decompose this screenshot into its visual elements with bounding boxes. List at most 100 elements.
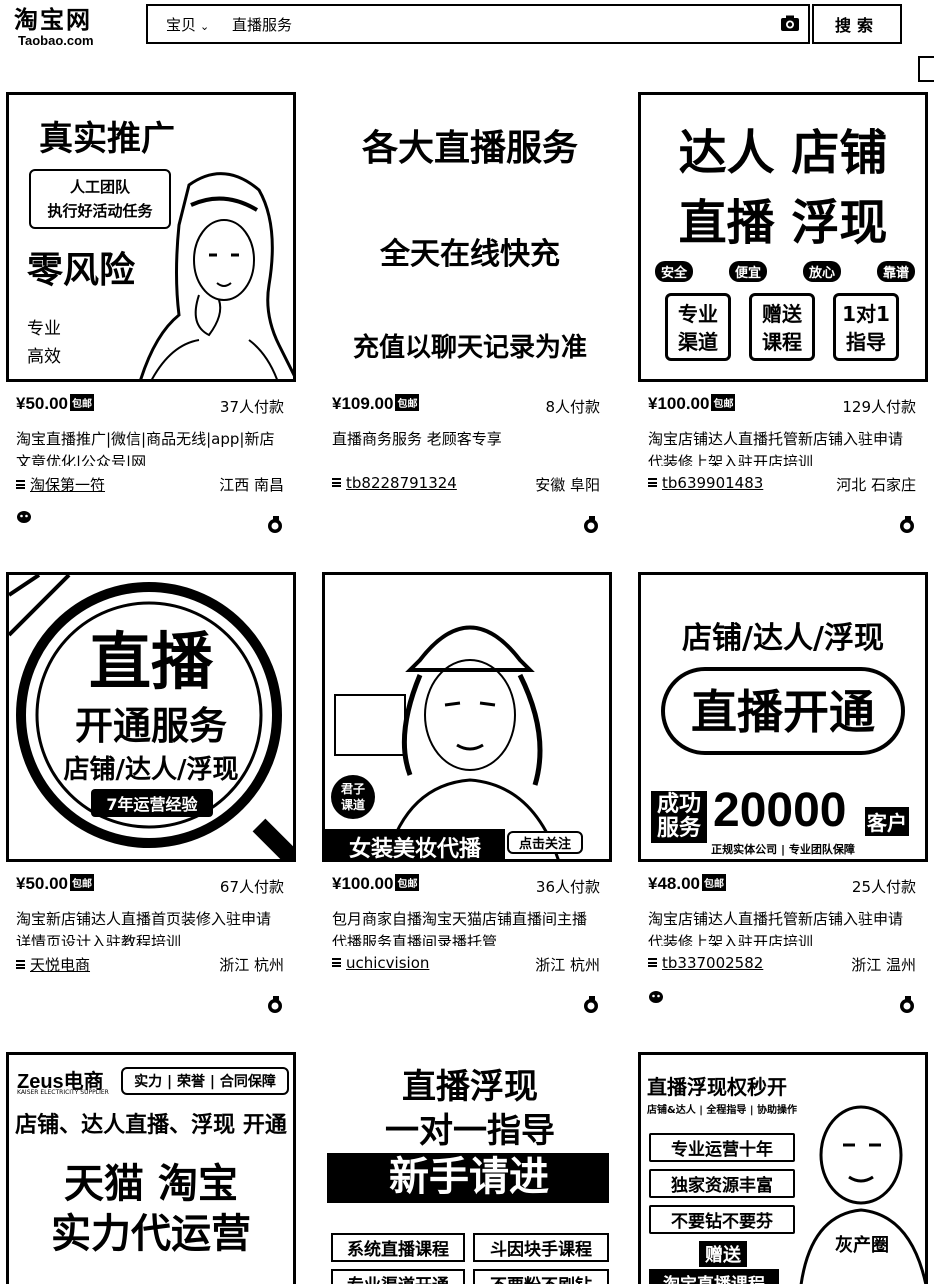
side-tab[interactable] [918, 56, 934, 82]
logo-subtext: Taobao.com [18, 33, 94, 48]
product-title[interactable]: 直播商务服务 老顾客专享 [332, 428, 600, 466]
product-image[interactable]: 直播浮现 一对一指导 新手请进 系统直播课程 斗因块手课程 专业渠道开通 不要粉… [322, 1052, 612, 1284]
image-sub-text: 店铺/达人/浮现 [63, 755, 239, 785]
image-banner: 女装美妆代播 [325, 829, 505, 859]
shop-name-link[interactable]: 淘保第一符 [16, 474, 105, 495]
shop-location: 河北 石家庄 [836, 476, 916, 494]
free-shipping-badge: 包邮 [70, 394, 94, 411]
image-line-2: 全天在线快充 [380, 237, 560, 272]
sales-count: 67人付款 [219, 878, 284, 896]
sales-count: 37人付款 [219, 398, 284, 416]
shop-location: 浙江 杭州 [219, 956, 284, 974]
similar-items-icon[interactable] [898, 516, 916, 534]
product-image[interactable]: 直播浮现权秒开 店铺&达人 | 全程指导 | 协助操作 专业运营十年 独家资源丰… [638, 1052, 928, 1284]
sales-count: 25人付款 [851, 878, 916, 896]
camera-icon[interactable] [780, 15, 800, 32]
image-bullet: 独家资源丰富 [649, 1169, 795, 1198]
shop-icon [648, 958, 657, 967]
image-big-2: 实力代运营 [51, 1211, 251, 1257]
product-title[interactable]: 包月商家自播淘宝天猫店铺直播间主播代播服务直播间录播托管 [332, 908, 600, 946]
image-big-text: 直播 [88, 625, 213, 698]
image-number: 20000 [713, 784, 847, 837]
shop-location: 浙江 杭州 [535, 956, 600, 974]
shop-name-link[interactable]: tb8228791324 [332, 474, 457, 492]
image-unit: 客户 [865, 807, 909, 836]
sales-count: 129人付款 [842, 398, 916, 416]
shop-name-link[interactable]: tb337002582 [648, 954, 763, 972]
shop-name-link[interactable]: uchicvision [332, 954, 429, 972]
shop-location: 江西 南昌 [219, 476, 284, 494]
image-line: 店铺、达人直播、浮现 开通 [15, 1113, 287, 1138]
image-box: 专业渠道开通 [331, 1269, 465, 1284]
image-title: 直播浮现权秒开 [647, 1075, 787, 1099]
image-corner-badge: 君子 课道 [331, 775, 375, 819]
product-image[interactable]: Zeus电商 KAISER ELECTRICITY SUPPLIER 实力 | … [6, 1052, 296, 1284]
sales-count: 8人付款 [545, 398, 600, 416]
product-price: ¥100.00 包邮 [332, 874, 420, 893]
shop-location: 安徽 阜阳 [535, 476, 600, 494]
chevron-down-icon: ⌄ [200, 20, 210, 33]
similar-items-icon[interactable] [266, 516, 284, 534]
image-big-text: 零风险 [27, 250, 136, 291]
image-headline: 真实推广 [39, 119, 175, 159]
product-title[interactable]: 淘宝新店铺达人直播首页装修入驻申请详情页设计入驻教程培训 [16, 908, 284, 946]
image-line-2: 一对一指导 [385, 1111, 555, 1151]
shop-location: 浙江 温州 [851, 956, 916, 974]
shop-icon [332, 478, 341, 487]
image-sub: 店铺&达人 | 全程指导 | 协助操作 [647, 1105, 797, 1116]
product-title[interactable]: 淘宝店铺达人直播托管新店铺入驻申请代装修上架入驻开店培训 [648, 428, 916, 466]
shop-icon [332, 958, 341, 967]
image-center-text: 直播开通 [661, 667, 905, 755]
search-input[interactable] [232, 12, 752, 36]
image-bullet: 专业运营十年 [649, 1133, 795, 1162]
shop-icon [16, 960, 25, 969]
product-title[interactable]: 淘宝店铺达人直播托管新店铺入驻申请代装修上架入驻开店培训 [648, 908, 916, 946]
product-price: ¥100.00 包邮 [648, 394, 736, 413]
similar-items-icon[interactable] [898, 996, 916, 1014]
product-price: ¥48.00 包邮 [648, 874, 726, 893]
similar-items-icon[interactable] [582, 516, 600, 534]
image-left-text: 成功 服务 [651, 791, 707, 843]
image-follow: 点击关注 [507, 831, 583, 854]
search-bar: 宝贝 ⌄ [146, 4, 810, 44]
shop-icon [648, 478, 657, 487]
image-tag-row: 安全 便宜 放心 靠谱 [655, 261, 915, 282]
wangwang-chat-icon[interactable] [16, 510, 32, 524]
image-brand-sub: KAISER ELECTRICITY SUPPLIER [17, 1089, 109, 1096]
product-image[interactable]: 真实推广 人工团队 执行好活动任务 零风险 专业 高效 [6, 92, 296, 382]
image-side-text: 专业 高效 [27, 319, 61, 367]
free-shipping-badge: 包邮 [702, 874, 726, 891]
shop-name-link[interactable]: tb639901483 [648, 474, 763, 492]
image-footer: 正规实体公司 | 专业团队保障 [711, 843, 855, 856]
similar-items-icon[interactable] [266, 996, 284, 1014]
sales-count: 36人付款 [535, 878, 600, 896]
shop-name-link[interactable]: 天悦电商 [16, 954, 90, 975]
model-photo [334, 625, 560, 859]
wangwang-chat-icon[interactable] [648, 990, 664, 1004]
product-image[interactable]: 达人 店铺 直播 浮现 安全 便宜 放心 靠谱 专业 渠道 赠送 课程 1对1 … [638, 92, 928, 382]
image-line-3: 充值以聊天记录为准 [352, 333, 587, 363]
image-box: 赠送 课程 [749, 293, 815, 361]
image-bottom: 淘宝直播课程 [649, 1269, 779, 1284]
product-image[interactable]: 直播 开通服务 店铺/达人/浮现 7年运营经验 [6, 572, 296, 862]
taobao-logo[interactable]: 淘宝网 Taobao.com [14, 6, 114, 48]
similar-items-icon[interactable] [582, 996, 600, 1014]
image-tag: 安全 [655, 261, 694, 282]
search-scope-dropdown[interactable]: 宝贝 ⌄ [166, 14, 209, 35]
search-button[interactable]: 搜索 [812, 4, 902, 44]
image-tag: 靠谱 [876, 261, 915, 282]
shop-icon [16, 480, 25, 489]
image-tag: 便宜 [728, 261, 767, 282]
image-ribbon: 7年运营经验 [91, 789, 213, 817]
product-title[interactable]: 淘宝直播推广|微信|商品无线|app|新店文章优化|公众号|网 [16, 428, 284, 466]
product-image[interactable]: 店铺/达人/浮现 直播开通 成功 服务 20000 客户 正规实体公司 | 专业… [638, 572, 928, 862]
product-price: ¥50.00 包邮 [16, 874, 94, 893]
product-image[interactable]: 各大直播服务 全天在线快充 充值以聊天记录为准 [322, 92, 612, 382]
image-box: 不要粉不刷钻 [473, 1269, 609, 1284]
image-line-3: 新手请进 [327, 1153, 609, 1203]
image-box: 专业 渠道 [665, 293, 731, 361]
image-tags: 实力 | 荣誉 | 合同保障 [121, 1067, 289, 1095]
product-image[interactable]: 君子 课道 女装美妆代播 点击关注 [322, 572, 612, 862]
product-price: ¥50.00 包邮 [16, 394, 94, 413]
search-scope-label: 宝贝 [166, 16, 197, 34]
